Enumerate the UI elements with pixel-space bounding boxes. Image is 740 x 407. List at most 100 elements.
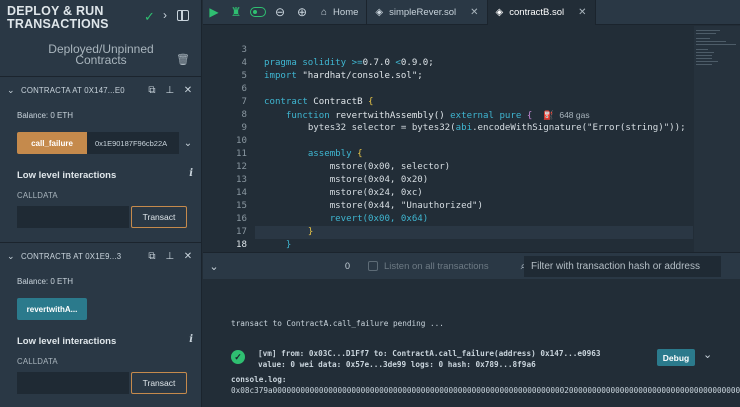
pin-icon[interactable]: ⊥	[161, 251, 179, 262]
minimap-line	[696, 52, 714, 53]
minimap-line	[696, 61, 718, 62]
calldata-input[interactable]	[17, 372, 129, 394]
instance-header[interactable]: ⌄ CONTRACTA AT 0X147...E0 ⧉ ⊥ ✕	[7, 77, 197, 103]
close-icon[interactable]: ✕	[578, 7, 586, 18]
transact-button[interactable]: Transact	[131, 372, 187, 394]
chevron-down-icon[interactable]: ⌄	[7, 251, 17, 262]
code-line: 16 }	[203, 200, 693, 237]
code-line: 13 mstore(0x24, 0xc)	[203, 161, 693, 198]
panel-title: DEPLOY & RUN TRANSACTIONS	[7, 5, 109, 31]
transact-button[interactable]: Transact	[131, 206, 187, 228]
tab-label: simpleRever.sol	[389, 6, 457, 18]
check-icon: ✓	[144, 9, 155, 24]
console-log-label: console.log:	[231, 375, 287, 384]
trash-icon[interactable]: 🗑	[176, 53, 190, 66]
code-editor[interactable]: 3 pragma solidity >=0.7.0 <0.9.0; 4 impo…	[203, 26, 740, 252]
chevron-down-icon[interactable]: ⌄	[179, 138, 197, 149]
code-line: 18 }	[203, 226, 693, 250]
low-level-label: Low level interactions	[17, 336, 117, 347]
close-icon[interactable]: ✕	[470, 7, 478, 18]
toggle-icon[interactable]	[247, 0, 269, 25]
instance-address: CONTRACTB AT 0X1E9...3	[21, 251, 122, 261]
file-icon: ◈	[495, 6, 504, 18]
copy-icon[interactable]: ⧉	[143, 251, 161, 262]
close-icon[interactable]: ✕	[179, 251, 197, 262]
instance-address: CONTRACTA AT 0X147...E0	[21, 85, 125, 95]
calldata-input[interactable]	[17, 206, 129, 228]
close-icon[interactable]: ✕	[179, 85, 197, 96]
info-icon[interactable]: i	[189, 334, 193, 345]
minimap-line	[696, 30, 720, 31]
tx-summary-line2: value: 0 wei data: 0x57e...3de99 logs: 0…	[258, 360, 536, 369]
code-line: 19	[203, 239, 693, 252]
function-args-input[interactable]: 0x1E90187F96cb22A	[87, 132, 179, 154]
minimap[interactable]	[694, 26, 740, 252]
code-line: 3 pragma solidity >=0.7.0 <0.9.0;	[203, 31, 693, 68]
listen-label: Listen on all transactions	[384, 260, 489, 272]
contract-instance-a: ⌄ CONTRACTA AT 0X147...E0 ⧉ ⊥ ✕ Balance:…	[7, 77, 197, 228]
tab-label: Home	[333, 6, 359, 18]
code-line: 10 assembly {	[203, 122, 693, 159]
code-line: 6 contract ContractB {	[203, 70, 693, 107]
chevron-down-icon[interactable]: ⌄	[703, 348, 712, 361]
minimap-line	[696, 38, 710, 39]
info-icon[interactable]: i	[189, 168, 193, 179]
minimap-line	[696, 33, 716, 34]
listen-checkbox[interactable]	[368, 261, 379, 271]
panel-toggle-icon[interactable]	[177, 10, 189, 21]
zoom-in-icon[interactable]: ⊕	[291, 0, 313, 25]
low-level-label: Low level interactions	[17, 170, 117, 181]
calldata-label: CALLDATA	[17, 357, 58, 366]
robot-icon[interactable]: ♜	[225, 0, 247, 25]
calldata-row: Transact	[17, 372, 197, 394]
minimap-line	[696, 55, 712, 56]
call-failure-button[interactable]: call_failure	[17, 132, 87, 154]
minimap-line	[696, 41, 726, 42]
code-line: 14 mstore(0x44, "Unauthorized")	[203, 174, 693, 211]
transaction-filter-input[interactable]: Filter with transaction hash or address	[524, 256, 721, 277]
minimap-line	[696, 58, 712, 59]
copy-icon[interactable]: ⧉	[143, 85, 161, 96]
low-level-heading: Low level interactions i	[17, 168, 197, 181]
panel-title-line2: TRANSACTIONS	[7, 17, 109, 31]
terminal-toolbar: ⌄ 0 Listen on all transactions ⌕ Filter …	[203, 252, 740, 279]
pending-message: transact to ContractA.call_failure pendi…	[231, 319, 444, 328]
chevron-down-icon[interactable]: ⌄	[7, 85, 17, 96]
revert-with-assembly-button[interactable]: revertwithA...	[17, 298, 87, 320]
double-chevron-down-icon[interactable]: ⌄	[203, 260, 225, 273]
home-icon: ⌂	[321, 6, 328, 18]
low-level-heading: Low level interactions i	[17, 334, 197, 347]
instance-balance: Balance: 0 ETH	[17, 111, 74, 120]
zoom-out-icon[interactable]: ⊖	[269, 0, 291, 25]
instance-balance: Balance: 0 ETH	[17, 277, 74, 286]
file-icon: ◈	[375, 6, 384, 18]
code-line: 11 mstore(0x00, selector)	[203, 135, 693, 172]
tx-summary-line1: [vm] from: 0x03C...D1Ff7 to: ContractA.c…	[258, 349, 601, 358]
deploy-run-panel: DEPLOY & RUN TRANSACTIONS ✓ › Deployed/U…	[0, 0, 202, 407]
deployed-heading-line2: Contracts	[75, 53, 127, 67]
play-icon[interactable]: ▶	[203, 0, 225, 25]
code-line: 15 revert(0x00, 0x64)	[203, 187, 693, 224]
calldata-row: Transact	[17, 206, 197, 228]
tab-contractb[interactable]: ◈ contractB.sol ✕	[487, 0, 596, 25]
terminal-output: transact to ContractA.call_failure pendi…	[203, 280, 740, 407]
success-check-icon: ✓	[231, 350, 245, 364]
code-line: 7 function revertwithAssembly() external…	[203, 83, 693, 121]
chevron-right-icon[interactable]: ›	[163, 8, 167, 22]
calldata-label: CALLDATA	[17, 191, 58, 200]
debug-button[interactable]: Debug	[657, 349, 695, 366]
minimap-line	[696, 49, 708, 50]
code-line: 12 mstore(0x04, 0x20)	[203, 148, 693, 185]
tab-simplerever[interactable]: ◈ simpleRever.sol ✕	[367, 0, 488, 25]
function-row: call_failure 0x1E90187F96cb22A ⌄	[17, 132, 197, 154]
code-line: 17 }	[203, 213, 693, 250]
pin-icon[interactable]: ⊥	[161, 85, 179, 96]
minimap-line	[696, 64, 712, 65]
tab-home[interactable]: ⌂ Home	[313, 0, 368, 25]
function-row: revertwithA...	[17, 298, 197, 320]
console-log-value: 0x08c379a0000000000000000000000000000000…	[231, 386, 740, 395]
deployed-contracts-heading: Deployed/Unpinned Contracts	[0, 43, 202, 67]
minimap-line	[696, 44, 736, 45]
instance-header[interactable]: ⌄ CONTRACTB AT 0X1E9...3 ⧉ ⊥ ✕	[7, 243, 197, 269]
tab-label: contractB.sol	[509, 6, 565, 18]
